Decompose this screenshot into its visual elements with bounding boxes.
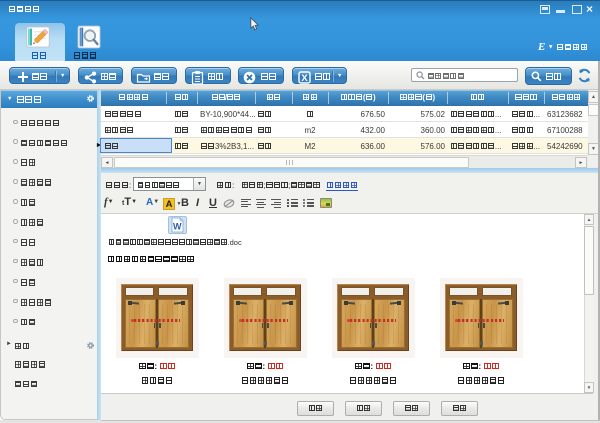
svg-text:X: X: [301, 73, 308, 84]
svg-text:W: W: [173, 222, 182, 232]
